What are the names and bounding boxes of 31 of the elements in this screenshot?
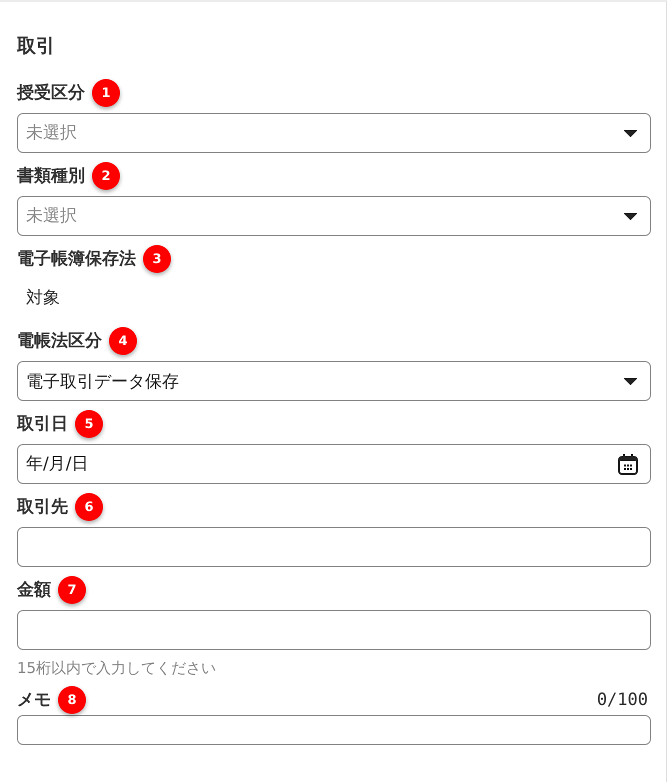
number-badge: 8: [58, 686, 86, 714]
date-field[interactable]: 年/月/日: [17, 444, 651, 484]
dropdown-field[interactable]: 電子取引データ保存: [17, 361, 651, 401]
dropdown-field[interactable]: 未選択: [17, 113, 651, 153]
field-label: 授受区分: [17, 82, 85, 104]
number-badge: 6: [75, 493, 103, 521]
calendar-icon[interactable]: [618, 454, 638, 475]
field-label: メモ: [17, 689, 51, 711]
number-badge: 3: [143, 245, 171, 273]
text-field[interactable]: [17, 610, 651, 650]
text-field[interactable]: [17, 527, 651, 567]
field-label: 電帳法区分: [17, 330, 102, 352]
number-badge: 4: [109, 327, 137, 355]
field-label: 書類種別: [17, 165, 85, 187]
character-counter: 0/100: [596, 689, 648, 711]
number-badge: 5: [75, 410, 103, 438]
number-badge: 2: [92, 162, 120, 190]
caret-icon: [624, 378, 637, 385]
caret-icon: [624, 130, 637, 137]
field-label: 取引先: [17, 496, 68, 518]
memo-field[interactable]: [17, 715, 651, 745]
field-label: 取引日: [17, 413, 68, 435]
field-label: 電子帳簿保存法: [17, 248, 136, 270]
field-label: 金額: [17, 579, 51, 601]
number-badge: 7: [58, 576, 86, 604]
field-value: 対象: [26, 287, 60, 310]
caret-icon: [624, 213, 637, 220]
dropdown-field[interactable]: 未選択: [17, 196, 651, 236]
number-badge: 1: [92, 79, 120, 107]
section-title: 取引: [17, 34, 55, 58]
helper-text: 15桁以内で入力してください: [17, 659, 216, 677]
